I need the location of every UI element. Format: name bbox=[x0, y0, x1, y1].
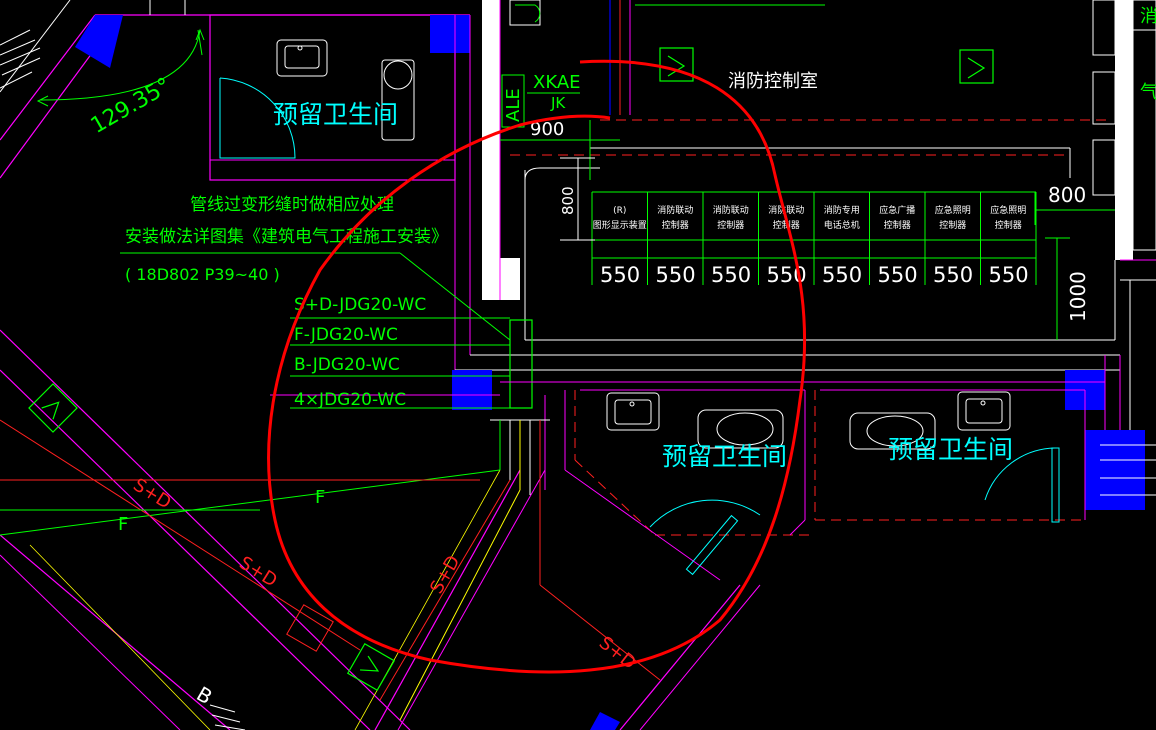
right-partial-text: 气 bbox=[1140, 82, 1156, 103]
note-line-1: 管线过变形缝时做相应处理 bbox=[190, 195, 394, 215]
ale-label: ALE bbox=[503, 88, 524, 122]
dim-550-label: 550 bbox=[711, 263, 751, 287]
cabinet-label-line2: 控制器 bbox=[717, 219, 744, 231]
dim-800-right-label: 800 bbox=[1048, 183, 1086, 207]
cabinet-label-line1: 应急广播 bbox=[879, 204, 915, 216]
canvas-background bbox=[0, 0, 1156, 730]
cabinet-label-line1: 消防联动 bbox=[713, 204, 749, 216]
cabinet-row: (R)图形显示装置550消防联动控制器550消防联动控制器550消防联动控制器5… bbox=[591, 191, 1037, 287]
room-label-reserved-toilet-2: 预留卫生间 bbox=[662, 442, 787, 471]
dim-1000-label: 1000 bbox=[1066, 271, 1090, 322]
cabinet-label-line2: 控制器 bbox=[995, 219, 1022, 231]
cabinet-label-line2: 控制器 bbox=[884, 219, 911, 231]
note-line-3: ( 18D802 P39~40 ) bbox=[125, 265, 280, 284]
dim-550-label: 550 bbox=[878, 263, 918, 287]
cabinet-label-line2: 控制器 bbox=[939, 219, 966, 231]
conduit-label: S+D-JDG20-WC bbox=[294, 295, 426, 315]
dim-550-label: 550 bbox=[656, 263, 696, 287]
room-label-reserved-toilet-3: 预留卫生间 bbox=[888, 435, 1013, 464]
cabinet-label-line1: 消防专用 bbox=[824, 204, 860, 216]
cabinet-label-line1: (R) bbox=[613, 206, 626, 216]
room-label-reserved-toilet-1: 预留卫生间 bbox=[273, 100, 398, 129]
conduit-label: 4×JDG20-WC bbox=[294, 390, 406, 410]
conduit-label: B-JDG20-WC bbox=[294, 355, 400, 375]
cabinet-label-line2: 图形显示装置 bbox=[593, 219, 647, 231]
dim-550-label: 550 bbox=[600, 263, 640, 287]
top-partial-text: 消防 bbox=[1140, 6, 1156, 27]
xkae-label: XKAE bbox=[533, 72, 581, 93]
cabinet-label-line1: 应急照明 bbox=[990, 204, 1026, 216]
dim-550-label: 550 bbox=[989, 263, 1029, 287]
column-blue-2 bbox=[430, 15, 470, 53]
dim-800-left-label: 800 bbox=[559, 186, 577, 215]
dim-550-label: 550 bbox=[933, 263, 973, 287]
cad-drawing-canvas[interactable]: 129.35° 消防 气 bbox=[0, 0, 1156, 730]
conduit-label: F-JDG20-WC bbox=[294, 325, 398, 345]
note-line-2: 安装做法详图集《建筑电气工程施工安装》 bbox=[125, 227, 448, 247]
cabinet-label-line2: 控制器 bbox=[662, 219, 689, 231]
line-label-f-2: F bbox=[315, 487, 325, 508]
cabinet-label-line1: 应急照明 bbox=[935, 204, 971, 216]
column-blue-5 bbox=[1085, 430, 1145, 510]
dim-550-label: 550 bbox=[822, 263, 862, 287]
fire-control-room-label: 消防控制室 bbox=[728, 71, 818, 92]
cabinet-label-line1: 消防联动 bbox=[657, 204, 693, 216]
cabinet-label-line2: 电话总机 bbox=[824, 219, 860, 231]
jk-label: JK bbox=[550, 94, 566, 112]
line-label-f-1: F bbox=[118, 514, 128, 535]
